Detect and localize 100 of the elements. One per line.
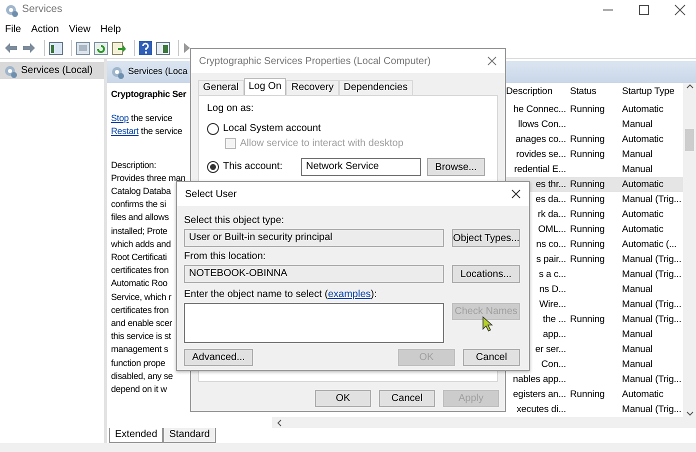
table-cell: s a c... (538, 269, 566, 280)
service-action-link[interactable]: Restart (111, 126, 139, 136)
browse-button[interactable]: Browse... (427, 158, 485, 176)
menu-item[interactable]: View (64, 22, 96, 36)
table-cell: OML... (538, 224, 566, 235)
column-header[interactable]: Description (506, 86, 552, 98)
table-cell: Manual (Trig... (622, 404, 682, 415)
object-type-field[interactable]: User or Built-in security principal (184, 229, 444, 247)
vertical-scrollbar[interactable] (683, 83, 696, 417)
scroll-down-icon[interactable] (686, 411, 694, 417)
dialog-button[interactable]: Object Types... (452, 229, 520, 247)
table-cell: Manual (Trig... (622, 314, 682, 325)
dialog-tab[interactable]: Recovery (286, 80, 339, 95)
service-action-link[interactable]: Stop (111, 113, 129, 124)
action-text: the service (131, 113, 172, 124)
description-line: Service, which r (111, 290, 172, 304)
examples-link[interactable]: examples (328, 289, 371, 300)
radio-label: Local System account (223, 122, 321, 136)
tree-item[interactable]: Services (Local) (0, 62, 104, 79)
column-header[interactable]: Startup Type (622, 86, 674, 98)
table-cell: er ser... (535, 344, 566, 355)
field-label: Select this object type: (184, 214, 284, 227)
play-icon[interactable] (183, 43, 191, 53)
forward-arrow-icon[interactable] (22, 42, 36, 54)
field-label: From this location: (184, 250, 266, 263)
table-cell: Manual (622, 149, 653, 160)
advanced-button[interactable]: Advanced... (184, 349, 253, 366)
menu-item[interactable]: File (0, 22, 26, 36)
dialog-title: Cryptographic Services Properties (Local Computer) (199, 54, 431, 68)
table-cell: Automatic (622, 104, 664, 115)
dialog-button[interactable]: Cancel (379, 390, 435, 407)
pane-title: Services (Loca (128, 65, 188, 78)
table-cell: Manual (622, 329, 653, 340)
description-line: certificates fron (111, 264, 169, 278)
table-cell: llows Con... (518, 119, 566, 130)
field-label: Enter the object name to select (examples): (184, 288, 377, 301)
services-icon (110, 65, 124, 79)
help-icon[interactable] (139, 41, 152, 55)
horizontal-scrollbar[interactable] (272, 417, 696, 428)
table-cell: the ... (542, 314, 566, 325)
table-cell: Con... (541, 359, 566, 370)
description-line: Provides three man (111, 172, 186, 185)
description-label: Description: (111, 158, 156, 172)
scrollbar-thumb[interactable] (685, 129, 694, 151)
table-cell: Manual (Trig... (622, 299, 682, 310)
account-field[interactable]: Network Service (301, 158, 421, 176)
table-cell: es thr... (536, 179, 566, 190)
column-header[interactable]: Status (570, 86, 596, 98)
table-cell: Running (570, 254, 605, 265)
services-icon (3, 64, 17, 78)
table-cell: Manual (Trig... (622, 374, 682, 385)
export-icon[interactable] (112, 42, 126, 54)
table-cell: ns D... (539, 284, 566, 295)
scroll-left-icon[interactable] (276, 418, 282, 426)
table-cell: Manual (622, 344, 653, 355)
table-cell: rovides se... (516, 149, 566, 160)
table-cell: app... (542, 329, 566, 340)
back-arrow-icon[interactable] (4, 42, 18, 54)
properties-icon[interactable] (76, 42, 90, 54)
description-line: disabled, any se (111, 370, 173, 383)
radio-button[interactable] (207, 123, 219, 135)
dialog-tab[interactable]: Dependencies (338, 80, 413, 95)
close-icon[interactable] (511, 189, 521, 199)
table-cell: Manual (Trig... (622, 194, 682, 205)
object-name-field[interactable] (184, 303, 444, 343)
radio-button[interactable] (207, 161, 219, 173)
table-cell: redential E... (514, 164, 566, 175)
description-line: and enable scer (111, 317, 172, 330)
dialog-tab[interactable]: General (198, 80, 244, 95)
scroll-up-icon[interactable] (686, 83, 694, 89)
table-cell: Manual (622, 284, 653, 295)
table-cell: rk da... (538, 209, 566, 220)
description-line: depend on it w (111, 383, 167, 396)
location-field[interactable]: NOTEBOOK-OBINNA (184, 265, 444, 283)
table-cell: Automatic (... (622, 239, 677, 250)
dialog-button[interactable]: Cancel (463, 349, 520, 366)
table-cell: Manual (622, 164, 653, 175)
radio-label: This account: (223, 160, 282, 174)
view-tab[interactable]: Standard (163, 428, 216, 443)
dialog-tab[interactable]: Log On (244, 78, 286, 95)
refresh-icon[interactable] (94, 42, 108, 54)
dialog-button[interactable]: OK (315, 390, 371, 407)
description-line: function prope (111, 356, 166, 370)
table-cell: he Connec... (513, 104, 566, 115)
description-line: Catalog Databa (111, 185, 171, 198)
table-cell: Running (570, 149, 605, 160)
menu-item[interactable]: Action (26, 22, 64, 36)
maximize-icon[interactable] (638, 4, 650, 16)
console-tree-icon[interactable] (49, 42, 63, 54)
view-tab[interactable]: Extended (109, 428, 164, 443)
table-cell: Running (570, 239, 605, 250)
view-pane-icon[interactable] (156, 42, 170, 54)
table-cell: Wire... (539, 299, 566, 310)
dialog-button[interactable]: Locations... (452, 265, 520, 283)
close-icon[interactable] (674, 4, 686, 16)
menu-item[interactable]: Help (95, 22, 126, 36)
table-cell: Running (570, 389, 605, 400)
selected-row[interactable]: es thr... Running Automatic (506, 177, 683, 192)
log-on-label: Log on as: (207, 103, 254, 114)
description-line: this service is st (111, 330, 171, 344)
